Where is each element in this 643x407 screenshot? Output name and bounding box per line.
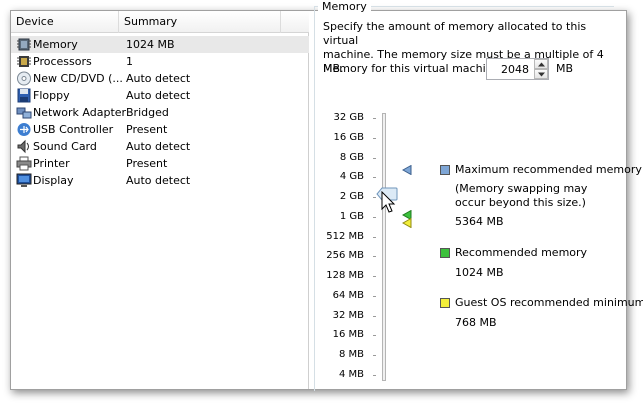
max-recommended-note: (Memory swapping may <box>455 182 588 195</box>
device-name: USB Controller <box>33 123 114 136</box>
device-row-memory[interactable]: Memory 1024 MB <box>11 36 309 53</box>
device-summary: Auto detect <box>126 72 191 85</box>
scale-label: 8 GB <box>339 152 364 163</box>
device-row-printer[interactable]: Printer Present <box>11 155 309 172</box>
arrow-up-icon <box>538 62 545 67</box>
scale-tick <box>373 158 376 159</box>
guest-minimum-marker <box>402 218 412 228</box>
scale-label: 16 GB <box>333 132 364 143</box>
device-name: Display <box>33 174 74 187</box>
sound-card-icon <box>17 139 29 154</box>
floppy-icon <box>17 88 31 103</box>
spin-down-button[interactable] <box>534 69 548 79</box>
device-summary: 1 <box>126 55 133 68</box>
scale-tick <box>373 355 376 356</box>
device-name: Processors <box>33 55 92 68</box>
scale-label: 64 MB <box>332 290 364 301</box>
scale-label: 32 GB <box>333 112 364 123</box>
device-summary: 1024 MB <box>126 38 175 51</box>
cd-dvd-icon <box>17 71 31 86</box>
scale-label: 4 GB <box>339 171 364 182</box>
scale-tick <box>373 375 376 376</box>
device-row-processors[interactable]: Processors 1 <box>11 53 309 70</box>
column-header-summary[interactable]: Summary <box>119 11 281 33</box>
device-summary: Auto detect <box>126 140 191 153</box>
spin-up-button[interactable] <box>534 59 548 69</box>
memory-unit-label: MB <box>556 62 574 75</box>
device-name: Printer <box>33 157 70 170</box>
max-recommended-marker <box>402 165 412 175</box>
scale-tick <box>373 316 376 317</box>
device-list: Device Summary Memory 1024 MB Processors… <box>11 11 309 389</box>
device-row-usb-controller[interactable]: USB Controller Present <box>11 121 309 138</box>
memory-spinbox <box>486 58 549 80</box>
scale-tick <box>373 335 376 336</box>
guest-minimum-value: 768 MB <box>455 316 497 329</box>
scale-tick <box>373 177 376 178</box>
display-icon <box>16 173 32 187</box>
scale-tick <box>373 118 376 119</box>
device-name: Floppy <box>33 89 70 102</box>
guest-minimum-title: Guest OS recommended minimum <box>455 296 643 309</box>
device-list-header: Device Summary <box>11 11 309 33</box>
max-recommended-note: occur beyond this size.) <box>455 196 586 209</box>
scale-label: 2 GB <box>339 191 364 202</box>
scale-label: 512 MB <box>326 231 364 242</box>
recommended-value: 1024 MB <box>455 266 504 279</box>
scale-tick <box>373 276 376 277</box>
memory-chip-icon <box>17 38 31 51</box>
arrow-down-icon <box>538 72 545 77</box>
scale-tick <box>373 296 376 297</box>
device-name: Sound Card <box>33 140 97 153</box>
scale-tick <box>373 138 376 139</box>
scale-label: 16 MB <box>332 329 364 340</box>
scale-label: 32 MB <box>332 310 364 321</box>
scale-tick <box>373 217 376 218</box>
device-name: Memory <box>33 38 78 51</box>
device-row-floppy[interactable]: Floppy Auto detect <box>11 87 309 104</box>
device-summary: Auto detect <box>126 89 191 102</box>
memory-field-label: Memory for this virtual machine: <box>323 62 504 75</box>
memory-description-line: Specify the amount of memory allocated t… <box>323 20 587 47</box>
processor-icon <box>17 56 31 67</box>
scale-label: 8 MB <box>338 349 364 360</box>
guest-minimum-swatch <box>440 298 450 308</box>
scale-tick <box>373 256 376 257</box>
recommended-swatch <box>440 248 450 258</box>
mouse-pointer-icon <box>381 191 396 213</box>
scale-tick <box>373 237 376 238</box>
device-row-sound-card[interactable]: Sound Card Auto detect <box>11 138 309 155</box>
max-recommended-swatch <box>440 165 450 175</box>
column-header-device[interactable]: Device <box>11 11 119 33</box>
device-name: New CD/DVD (... <box>33 72 123 85</box>
printer-icon <box>16 156 32 171</box>
scale-label: 256 MB <box>326 250 364 261</box>
device-row-cd-dvd[interactable]: New CD/DVD (... Auto detect <box>11 70 309 87</box>
memory-input[interactable] <box>489 61 531 77</box>
recommended-title: Recommended memory <box>455 246 588 259</box>
device-summary: Present <box>126 123 168 136</box>
scale-label: 4 MB <box>338 369 364 380</box>
device-summary: Bridged <box>126 106 169 119</box>
device-summary: Present <box>126 157 168 170</box>
network-adapter-icon <box>16 107 32 119</box>
device-summary: Auto detect <box>126 174 191 187</box>
usb-icon <box>17 123 31 136</box>
scale-label: 1 GB <box>339 211 364 222</box>
scale-label: 128 MB <box>326 270 364 281</box>
device-name: Network Adapter <box>33 106 127 119</box>
max-recommended-title: Maximum recommended memory <box>455 163 642 176</box>
memory-group-title: Memory <box>318 0 371 14</box>
device-row-network-adapter[interactable]: Network Adapter Bridged <box>11 104 309 121</box>
device-row-display[interactable]: Display Auto detect <box>11 172 309 189</box>
max-recommended-value: 5364 MB <box>455 215 504 228</box>
memory-slider-track[interactable] <box>382 113 386 381</box>
